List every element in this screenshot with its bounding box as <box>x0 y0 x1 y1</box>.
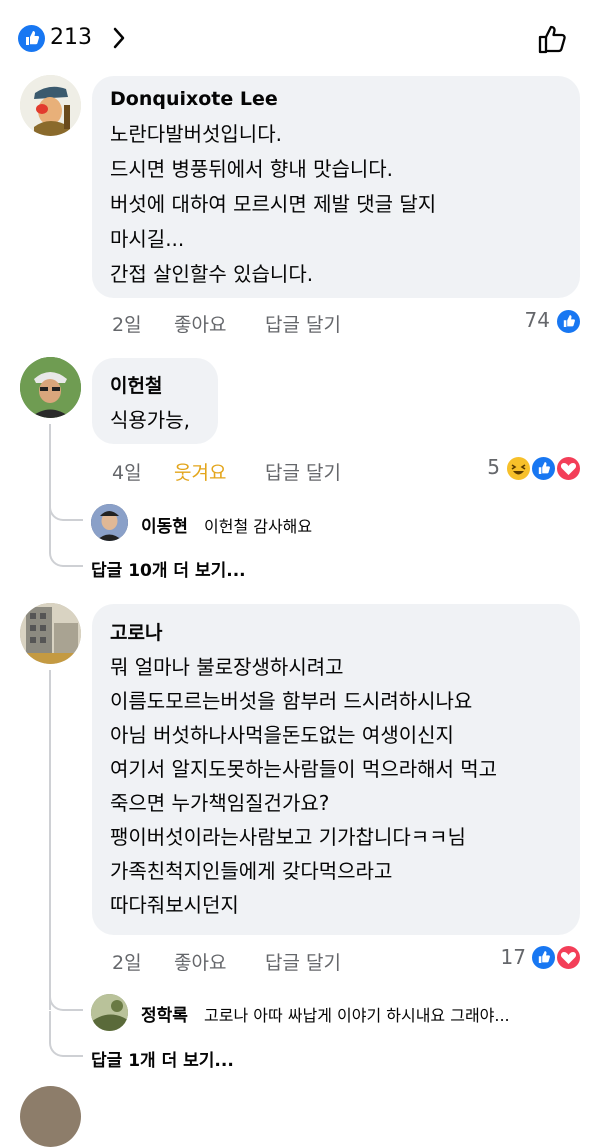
like-icon <box>530 944 557 971</box>
reply-text: 이헌철 감사해요 <box>204 517 313 536</box>
avatar[interactable] <box>20 603 81 664</box>
comment-text: 뭐 얼마나 불로장생하시려고 <box>110 655 344 679</box>
love-icon <box>555 455 582 482</box>
comment-text: 따다줘보시던지 <box>110 893 239 917</box>
haha-icon <box>505 455 532 482</box>
avatar[interactable] <box>91 504 128 541</box>
comment-bubble: 고로나 뭐 얼마나 불로장생하시려고 이름도모르는버섯을 함부러 드시려하시나요… <box>92 604 580 935</box>
like-icon <box>555 308 582 335</box>
comment-text: 가족친척지인들에게 갖다먹으라고 <box>110 859 393 883</box>
comment-author[interactable]: 고로나 <box>110 618 162 645</box>
like-icon <box>18 25 45 52</box>
reply-button[interactable]: 답글 달기 <box>265 310 341 337</box>
reaction-count[interactable]: 74 <box>500 308 550 332</box>
thread-connector <box>49 1011 83 1057</box>
avatar[interactable] <box>20 357 81 418</box>
comment-text: 드시면 병풍뒤에서 향내 맛습니다. <box>110 157 394 181</box>
like-button[interactable]: 좋아요 <box>174 948 226 975</box>
comment-time: 2일 <box>112 314 142 336</box>
comment-text: 버섯에 대하여 모르시면 제발 댓글 달지 <box>110 192 437 216</box>
comment-author[interactable]: Donquixote Lee <box>110 88 278 110</box>
comment-text: 죽으면 누가책임질건가요? <box>110 791 330 815</box>
thread-line <box>49 670 51 1010</box>
comment-text: 마시길... <box>110 227 185 251</box>
thumbs-up-outline-icon[interactable] <box>536 22 570 56</box>
thread-connector <box>49 500 83 521</box>
reply-author[interactable]: 이동현 <box>141 512 188 537</box>
reaction-count[interactable]: 17 <box>476 945 526 969</box>
comment-text: 팽이버섯이라는사람보고 기가찹니다ㅋㅋ님 <box>110 825 466 849</box>
love-icon <box>555 944 582 971</box>
reaction-summary[interactable]: 213 <box>18 24 128 54</box>
comment-text: 여기서 알지도못하는사람들이 먹으라해서 먹고 <box>110 757 498 781</box>
chevron-right-icon <box>112 26 126 54</box>
avatar[interactable] <box>20 75 81 136</box>
avatar[interactable] <box>20 1086 81 1147</box>
comment-bubble: Donquixote Lee 노란다발버섯입니다. 드시면 병풍뒤에서 향내 맛… <box>92 76 580 298</box>
reply-button[interactable]: 답글 달기 <box>265 458 341 485</box>
reply-text: 고로나 아따 싸납게 이야기 하시내요 그래야... <box>204 1006 510 1025</box>
thread-connector <box>49 521 83 567</box>
comment-time: 4일 <box>112 462 142 484</box>
like-button[interactable]: 좋아요 <box>174 310 226 337</box>
reaction-count[interactable]: 5 <box>450 455 500 479</box>
thread-connector <box>49 990 83 1011</box>
comment-text: 노란다발버섯입니다. <box>110 122 282 146</box>
like-count: 213 <box>50 25 92 50</box>
comment-author[interactable]: 이헌철 <box>110 371 162 398</box>
reply-author[interactable]: 정학록 <box>141 1001 188 1026</box>
comment-text: 간접 살인할수 있습니다. <box>110 262 314 286</box>
comment-time: 2일 <box>112 952 142 974</box>
view-more-replies[interactable]: 답글 10개 더 보기... <box>91 556 246 581</box>
comment-bubble: 이헌철 식용가능, <box>92 358 218 444</box>
comment-text: 식용가능, <box>110 408 190 432</box>
like-icon <box>530 455 557 482</box>
reply-button[interactable]: 답글 달기 <box>265 948 341 975</box>
avatar[interactable] <box>91 994 128 1031</box>
comment-text: 아님 버섯하나사먹을돈도없는 여생이신지 <box>110 723 454 747</box>
view-more-replies[interactable]: 답글 1개 더 보기... <box>91 1046 234 1071</box>
comment-text: 이름도모르는버섯을 함부러 드시려하시나요 <box>110 689 473 713</box>
like-button[interactable]: 웃겨요 <box>174 458 226 485</box>
